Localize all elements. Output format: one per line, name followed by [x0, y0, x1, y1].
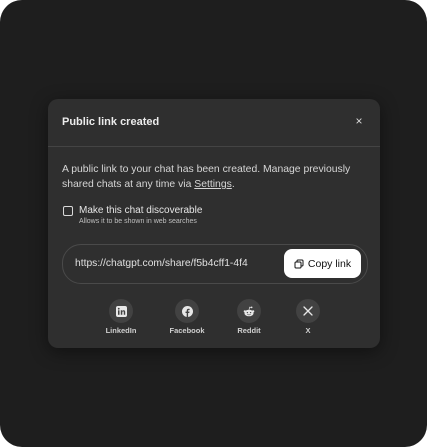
reddit-icon	[237, 299, 261, 323]
app-background: Public link created × A public link to y…	[0, 0, 427, 447]
copy-link-button[interactable]: Copy link	[284, 249, 361, 278]
share-facebook-button[interactable]: Facebook	[162, 299, 212, 339]
share-dialog: Public link created × A public link to y…	[48, 99, 380, 348]
share-linkedin-button[interactable]: LinkedIn	[96, 299, 146, 339]
facebook-icon	[175, 299, 199, 323]
url-fade-overlay	[248, 245, 286, 283]
share-reddit-button[interactable]: Reddit	[224, 299, 274, 339]
copy-link-label: Copy link	[307, 257, 352, 270]
linkedin-icon	[109, 299, 133, 323]
share-x-button[interactable]: X	[283, 299, 333, 339]
description-suffix: .	[231, 179, 235, 190]
share-link-field: https://chatgpt.com/share/f5b4cff1-4f4 C…	[62, 244, 368, 284]
share-label-facebook: Facebook	[169, 326, 205, 335]
copy-icon	[294, 259, 304, 268]
dialog-header: Public link created ×	[48, 99, 380, 147]
dialog-title: Public link created	[62, 116, 160, 128]
close-icon: ×	[355, 114, 363, 128]
dialog-description: A public link to your chat has been crea…	[62, 162, 368, 192]
discoverable-sublabel: Allows it to be shown in web searches	[79, 218, 197, 225]
share-label-reddit: Reddit	[237, 326, 261, 335]
discoverable-label: Make this chat discoverable	[79, 205, 203, 216]
discoverable-checkbox[interactable]	[63, 206, 73, 216]
close-button[interactable]: ×	[352, 114, 366, 128]
x-icon	[296, 299, 320, 323]
settings-link[interactable]: Settings	[194, 179, 232, 190]
share-label-linkedin: LinkedIn	[105, 326, 137, 335]
share-label-x: X	[305, 326, 311, 335]
discoverable-option[interactable]: Make this chat discoverable Allows it to…	[63, 205, 363, 229]
